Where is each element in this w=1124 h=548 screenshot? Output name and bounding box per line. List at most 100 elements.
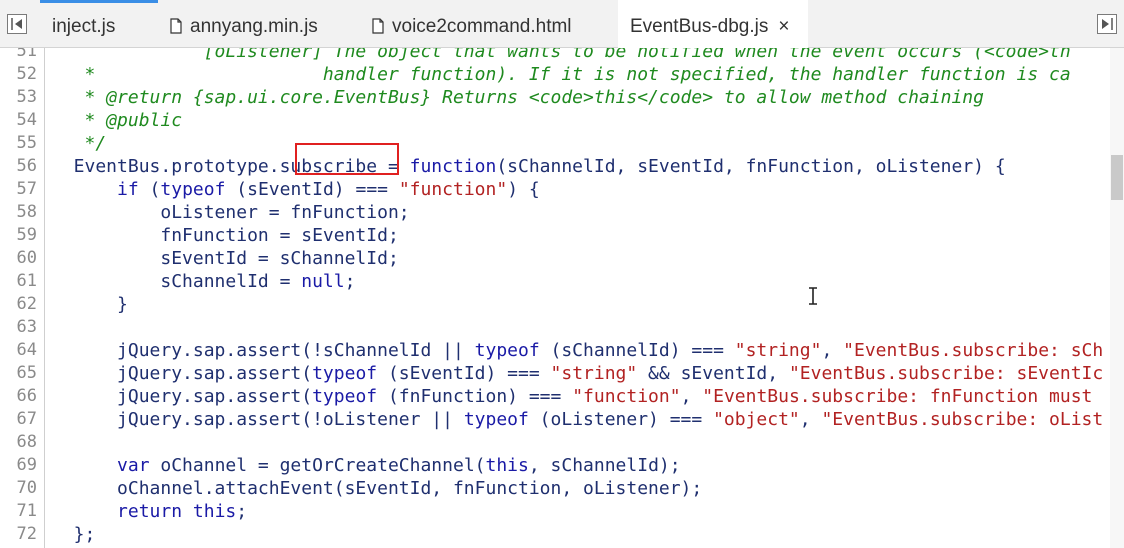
line-number: 59 bbox=[16, 225, 37, 245]
code-line[interactable]: 54 * @public bbox=[0, 109, 1124, 132]
code-line[interactable]: 62 } bbox=[0, 293, 1124, 316]
line-number: 62 bbox=[16, 294, 37, 314]
code-token: "object" bbox=[713, 409, 800, 430]
collapse-left-icon bbox=[11, 18, 22, 30]
code-token: }; bbox=[52, 524, 96, 545]
code-text: oListener = fnFunction; bbox=[52, 201, 409, 224]
code-line[interactable]: 68 bbox=[0, 431, 1124, 454]
line-number: 67 bbox=[16, 409, 37, 429]
code-line[interactable]: 55 */ bbox=[0, 132, 1124, 155]
code-line[interactable]: 60 sEventId = sChannelId; bbox=[0, 247, 1124, 270]
code-text: EventBus.prototype.subscribe = function(… bbox=[52, 155, 1006, 178]
vertical-scrollbar[interactable] bbox=[1110, 48, 1124, 548]
code-line[interactable]: 61 sChannelId = null; bbox=[0, 270, 1124, 293]
code-text: }; bbox=[52, 523, 96, 546]
code-token: var bbox=[117, 455, 150, 476]
code-token: jQuery.sap.assert( bbox=[52, 386, 313, 407]
code-token: oChannel.attachEvent(sEventId, fnFunctio… bbox=[52, 478, 703, 499]
code-token: , bbox=[821, 340, 844, 361]
code-line[interactable]: 65 jQuery.sap.assert(typeof (sEventId) =… bbox=[0, 362, 1124, 385]
code-token: fnFunction = sEventId; bbox=[52, 225, 399, 246]
code-text: return this; bbox=[52, 500, 247, 523]
code-token: typeof bbox=[474, 340, 540, 361]
tab-label: annyang.min.js bbox=[190, 16, 318, 37]
scrollbar-thumb[interactable] bbox=[1111, 155, 1123, 200]
code-token: (sChannelId) === bbox=[539, 340, 735, 361]
code-text: */ bbox=[52, 132, 107, 155]
line-number: 61 bbox=[16, 271, 37, 291]
editor-tab-bar: inject.js annyang.min.js voice2command.h… bbox=[0, 0, 1124, 49]
code-token: typeof bbox=[160, 179, 226, 200]
code-token: && sEventId, bbox=[637, 363, 789, 384]
code-token: jQuery.sap.assert(!sChannelId || bbox=[52, 340, 475, 361]
code-token: * @public bbox=[52, 110, 183, 131]
code-text: sChannelId = null; bbox=[52, 270, 355, 293]
code-line[interactable]: 59 fnFunction = sEventId; bbox=[0, 224, 1124, 247]
code-token: , sChannelId); bbox=[528, 455, 681, 476]
tab-annyang-min-js[interactable]: annyang.min.js bbox=[158, 0, 360, 48]
code-line[interactable]: 51 [oListener] The object that wants to … bbox=[0, 48, 1124, 63]
line-number: 70 bbox=[16, 478, 37, 498]
code-line[interactable]: 63 bbox=[0, 316, 1124, 339]
tab-voice2command-html[interactable]: voice2command.html bbox=[360, 0, 602, 48]
line-number: 52 bbox=[16, 64, 37, 84]
code-text: jQuery.sap.assert(!sChannelId || typeof … bbox=[52, 339, 1103, 362]
code-text: jQuery.sap.assert(!oListener || typeof (… bbox=[52, 408, 1103, 431]
code-line[interactable]: 72 }; bbox=[0, 523, 1124, 546]
line-number: 68 bbox=[16, 432, 37, 452]
code-token: "EventBus.subscribe: sEventIc bbox=[788, 363, 1104, 384]
code-text: * handler function). If it is not specif… bbox=[52, 63, 1071, 86]
code-line[interactable]: 53 * @return {sap.ui.core.EventBus} Retu… bbox=[0, 86, 1124, 109]
code-token: "EventBus.subscribe: oList bbox=[821, 409, 1104, 430]
code-line[interactable]: 58 oListener = fnFunction; bbox=[0, 201, 1124, 224]
code-token: sEventId = sChannelId; bbox=[52, 248, 399, 269]
code-token: return bbox=[117, 501, 183, 522]
code-token: ; bbox=[344, 271, 356, 292]
code-line[interactable]: 57 if (typeof (sEventId) === "function")… bbox=[0, 178, 1124, 201]
line-number: 57 bbox=[16, 179, 37, 199]
code-line[interactable]: 52 * handler function). If it is not spe… bbox=[0, 63, 1124, 86]
code-editor[interactable]: 51 [oListener] The object that wants to … bbox=[0, 48, 1124, 548]
code-token: typeof bbox=[312, 386, 378, 407]
close-tab-icon[interactable]: × bbox=[778, 16, 789, 37]
code-text: * @public bbox=[52, 109, 183, 132]
code-line[interactable]: 70 oChannel.attachEvent(sEventId, fnFunc… bbox=[0, 477, 1124, 500]
code-token: if bbox=[117, 179, 139, 200]
code-text: } bbox=[52, 293, 128, 316]
code-text: oChannel.attachEvent(sEventId, fnFunctio… bbox=[52, 477, 702, 500]
code-token: , bbox=[799, 409, 822, 430]
code-token: , bbox=[680, 386, 703, 407]
code-token: "EventBus.subscribe: fnFunction must bbox=[702, 386, 1093, 407]
tab-scroll-right-button[interactable] bbox=[1097, 14, 1117, 34]
code-line[interactable]: 64 jQuery.sap.assert(!sChannelId || type… bbox=[0, 339, 1124, 362]
code-token: (oListener) === bbox=[528, 409, 714, 430]
code-line[interactable]: 69 var oChannel = getOrCreateChannel(thi… bbox=[0, 454, 1124, 477]
line-number: 54 bbox=[16, 110, 37, 130]
tab-eventbus-dbg-js[interactable]: EventBus-dbg.js × bbox=[618, 0, 808, 49]
code-token: typeof bbox=[463, 409, 529, 430]
code-token: ; bbox=[236, 501, 248, 522]
code-token: function bbox=[409, 156, 497, 177]
code-text: fnFunction = sEventId; bbox=[52, 224, 399, 247]
line-number: 65 bbox=[16, 363, 37, 383]
code-text: sEventId = sChannelId; bbox=[52, 247, 399, 270]
file-icon bbox=[372, 18, 384, 40]
code-text: * @return {sap.ui.core.EventBus} Returns… bbox=[52, 86, 984, 109]
code-line[interactable]: 66 jQuery.sap.assert(typeof (fnFunction)… bbox=[0, 385, 1124, 408]
code-line[interactable]: 71 return this; bbox=[0, 500, 1124, 523]
code-token: (fnFunction) === bbox=[377, 386, 573, 407]
tab-inject-js[interactable]: inject.js bbox=[40, 0, 158, 48]
code-token: "EventBus.subscribe: sCh bbox=[843, 340, 1104, 361]
line-number: 53 bbox=[16, 87, 37, 107]
line-number: 56 bbox=[16, 156, 37, 176]
code-line[interactable]: 56 EventBus.prototype.subscribe = functi… bbox=[0, 155, 1124, 178]
code-token: null bbox=[301, 271, 345, 292]
tab-scroll-left-button[interactable] bbox=[7, 14, 27, 34]
code-token: * @return {sap.ui.core.EventBus} Returns… bbox=[52, 87, 984, 108]
tab-label: voice2command.html bbox=[392, 16, 572, 37]
code-token: (sEventId) === bbox=[225, 179, 399, 200]
code-text: jQuery.sap.assert(typeof (fnFunction) ==… bbox=[52, 385, 1092, 408]
line-number: 69 bbox=[16, 455, 37, 475]
code-line[interactable]: 67 jQuery.sap.assert(!oListener || typeo… bbox=[0, 408, 1124, 431]
